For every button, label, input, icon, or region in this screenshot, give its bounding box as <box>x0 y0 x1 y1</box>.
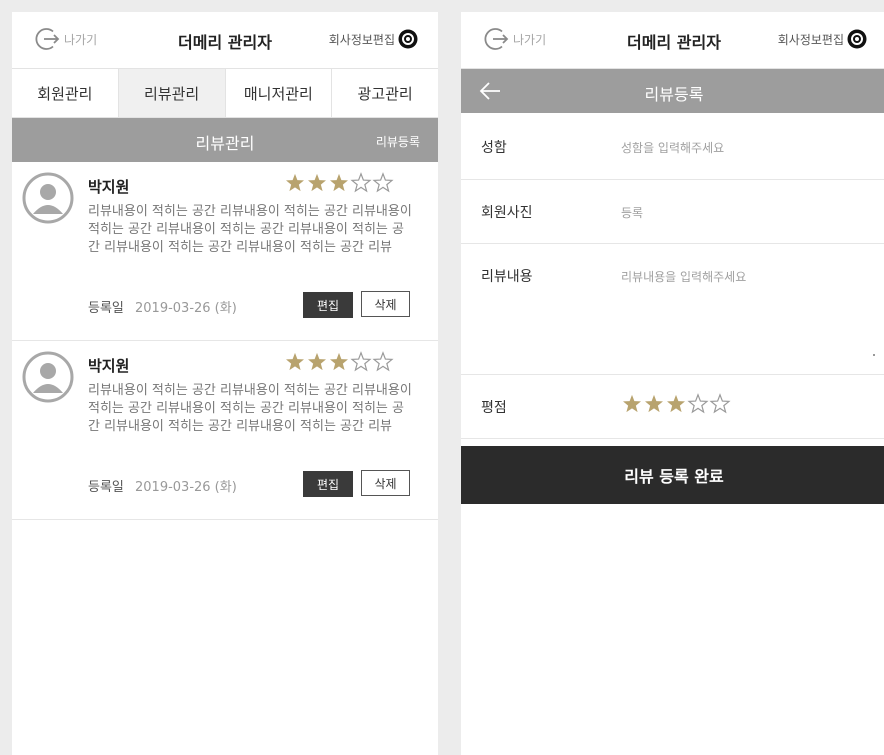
company-info-edit-button[interactable]: 회사정보편집 <box>329 29 418 49</box>
review-rating <box>284 172 394 194</box>
company-info-edit-label: 회사정보편집 <box>777 32 844 47</box>
textarea-resize-handle <box>873 354 875 356</box>
gear-icon <box>398 29 418 49</box>
date-label: 등록일 <box>88 480 124 495</box>
review-date: 2019-03-26 (화) <box>135 301 237 316</box>
date-label: 등록일 <box>88 301 124 316</box>
star-filled-icon <box>286 352 304 371</box>
edit-button[interactable]: 편집 <box>303 471 353 497</box>
review-text: 리뷰내용이 적히는 공간 리뷰내용이 적히는 공간 리뷰내용이 적히는 공간 리… <box>88 383 412 434</box>
top-bar: 나가기 더메리 관리자 회사정보편집 <box>461 12 884 69</box>
company-info-edit-label: 회사정보편집 <box>328 32 395 47</box>
avatar-icon <box>22 172 74 224</box>
form-title: 리뷰등록 <box>644 85 704 104</box>
review-date: 2019-03-26 (화) <box>135 480 237 495</box>
photo-register-button[interactable]: 등록 <box>621 204 643 221</box>
exit-icon <box>35 28 60 50</box>
review-card: 박지원 리뷰내용이 적히는 공간 리뷰내용이 적히는 공간 리뷰내용이 적히는 … <box>12 341 438 520</box>
avatar-icon <box>22 351 74 403</box>
exit-icon <box>484 28 509 50</box>
review-register-screen: 나가기 더메리 관리자 회사정보편집 리뷰등록 성함 성함을 입력해주세요 회원… <box>461 12 884 755</box>
exit-button[interactable]: 나가기 <box>483 26 546 52</box>
register-review-link[interactable]: 리뷰등록 <box>376 133 420 150</box>
main-tabs: 회원관리 리뷰관리 매니저관리 광고관리 <box>12 69 438 118</box>
delete-button[interactable]: 삭제 <box>361 470 410 496</box>
gear-icon <box>847 29 867 49</box>
rating-row: 평점 <box>461 375 884 439</box>
name-label: 성함 <box>481 140 507 156</box>
rating-label: 평점 <box>481 400 507 416</box>
review-rating <box>284 351 394 373</box>
star-empty-icon[interactable] <box>687 393 709 415</box>
review-card: 박지원 리뷰내용이 적히는 공간 리뷰내용이 적히는 공간 리뷰내용이 적히는 … <box>12 162 438 341</box>
exit-label: 나가기 <box>64 32 98 47</box>
star-filled-icon <box>308 352 326 371</box>
tab-member-management[interactable]: 회원관리 <box>12 69 119 117</box>
submit-review-button[interactable]: 리뷰 등록 완료 <box>461 446 884 504</box>
rating-input[interactable] <box>621 393 731 415</box>
content-row: 리뷰내용 리뷰내용을 입력해주세요 <box>461 244 884 375</box>
content-textarea[interactable]: 리뷰내용을 입력해주세요 <box>621 268 746 285</box>
review-text: 리뷰내용이 적히는 공간 리뷰내용이 적히는 공간 리뷰내용이 적히는 공간 리… <box>88 204 412 255</box>
star-filled-icon <box>286 173 304 192</box>
name-row: 성함 성함을 입력해주세요 <box>461 113 884 180</box>
company-info-edit-button[interactable]: 회사정보편집 <box>778 29 867 49</box>
star-empty-icon <box>372 351 394 372</box>
star-filled-icon[interactable] <box>665 393 687 415</box>
reviewer-name: 박지원 <box>88 357 130 375</box>
star-empty-icon <box>350 351 372 372</box>
star-filled-icon <box>330 173 348 192</box>
review-list-screen: 나가기 더메리 관리자 회사정보편집 회원관리 리뷰관리 매니저관리 광고관리 … <box>12 12 438 755</box>
star-empty-icon <box>350 172 372 193</box>
star-empty-icon <box>372 172 394 193</box>
tab-review-management[interactable]: 리뷰관리 <box>118 69 226 117</box>
name-input[interactable]: 성함을 입력해주세요 <box>621 139 724 156</box>
form-header: 리뷰등록 <box>461 69 884 113</box>
delete-button[interactable]: 삭제 <box>361 291 410 317</box>
star-filled-icon[interactable] <box>643 393 665 415</box>
photo-label: 회원사진 <box>481 205 533 221</box>
star-filled-icon <box>330 352 348 371</box>
section-title: 리뷰관리 <box>195 134 255 153</box>
exit-label: 나가기 <box>513 32 547 47</box>
tab-ad-management[interactable]: 광고관리 <box>332 69 438 117</box>
photo-row: 회원사진 등록 <box>461 180 884 244</box>
exit-button[interactable]: 나가기 <box>34 26 97 52</box>
reviewer-name: 박지원 <box>88 178 130 196</box>
star-filled-icon[interactable] <box>621 393 643 415</box>
section-header: 리뷰관리 리뷰등록 <box>12 118 438 162</box>
content-label: 리뷰내용 <box>481 269 533 285</box>
top-bar: 나가기 더메리 관리자 회사정보편집 <box>12 12 438 69</box>
edit-button[interactable]: 편집 <box>303 292 353 318</box>
tab-manager-management[interactable]: 매니저관리 <box>226 69 333 117</box>
star-filled-icon <box>308 173 326 192</box>
star-empty-icon[interactable] <box>709 393 731 415</box>
